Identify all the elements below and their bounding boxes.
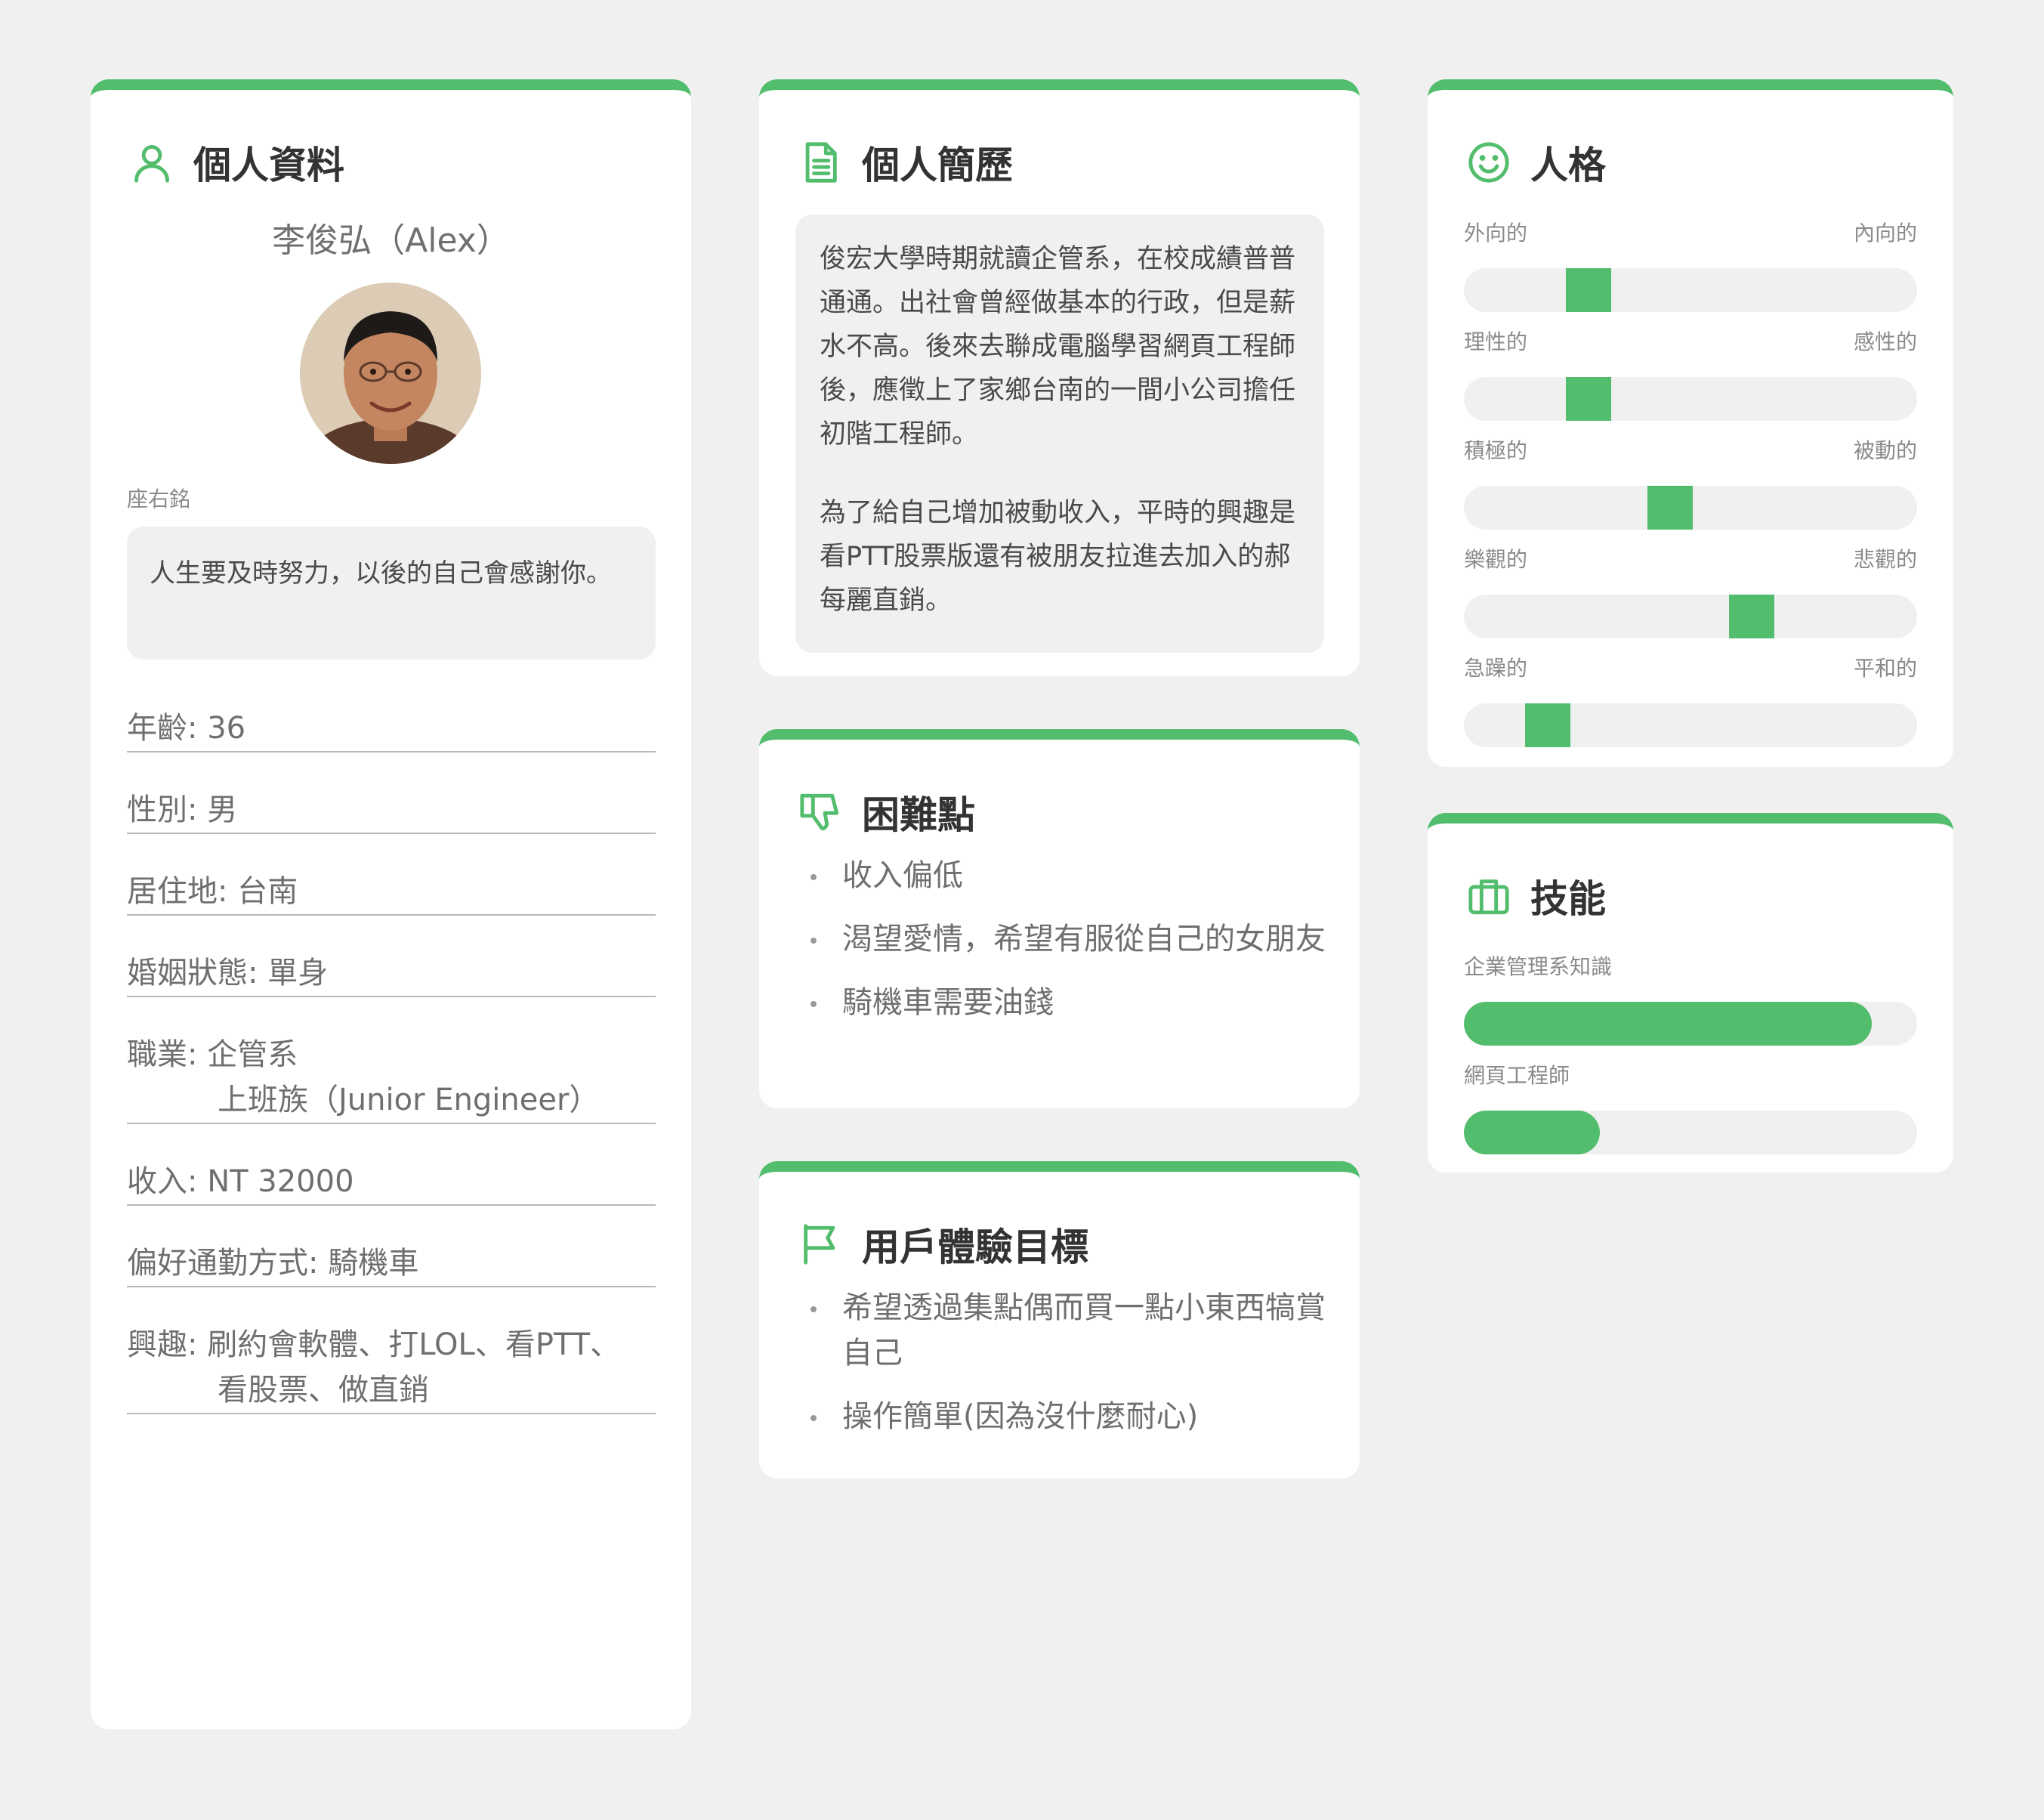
field-label: 興趣: [127,1327,198,1362]
field-value: 企管系 [207,1037,298,1072]
field-value: 36 [207,711,246,746]
profile-card: 個人資料 李俊弘（Alex） 座右銘 人生要及時努力，以後的自己會感謝你。 年齡… [91,79,691,1729]
resume-card-header: 個人簡歷 [798,135,1013,190]
trait-rational-emotional: 理性的 感性的 [1464,326,1917,421]
field-marital-status: 婚姻狀態: 單身 [127,950,656,997]
field-label: 婚姻狀態: [127,956,258,990]
ux-goals-list: 希望透過集點偶而買一點小東西犒賞自己 操作簡單(因為沒什麼耐心) [810,1285,1332,1457]
list-item: 渴望愛情，希望有服從自己的女朋友 [810,916,1332,962]
trait-track [1464,486,1917,530]
profile-card-header: 個人資料 [130,135,344,190]
trait-marker [1566,268,1611,312]
trait-optimistic-pessimistic: 樂觀的 悲觀的 [1464,543,1917,638]
field-value: 男 [207,793,238,827]
pain-points-list: 收入偏低 渴望愛情，希望有服從自己的女朋友 騎機車需要油錢 [810,853,1332,1043]
pain-points-card: 困難點 收入偏低 渴望愛情，希望有服從自己的女朋友 騎機車需要油錢 [759,729,1360,1108]
field-interests: 興趣: 刷約會軟體、打LOL、看PTT、 看股票、做直銷 [127,1322,656,1414]
trait-marker [1729,595,1774,638]
trait-right-label: 悲觀的 [1853,547,1917,572]
skill-fill [1464,1002,1872,1046]
trait-left-label: 外向的 [1464,221,1528,246]
field-label: 年齡: [127,711,198,746]
trait-left-label: 樂觀的 [1464,547,1528,572]
profile-title: 個人資料 [193,144,344,187]
motto-box: 人生要及時努力，以後的自己會感謝你。 [127,527,656,660]
pain-points-card-header: 困難點 [798,785,975,839]
personality-card-header: 人格 [1467,135,1606,190]
field-commute: 偏好通勤方式: 騎機車 [127,1241,656,1287]
trait-right-label: 被動的 [1853,438,1917,463]
field-gender: 性別: 男 [127,787,656,834]
list-item: 操作簡單(因為沒什麼耐心) [810,1394,1332,1439]
pain-points-title: 困難點 [862,793,975,837]
field-label: 性別: [127,793,198,827]
trait-track [1464,377,1917,421]
user-icon [134,145,169,183]
skill-fill [1464,1111,1600,1154]
trait-left-label: 積極的 [1464,438,1528,463]
personality-card: 人格 外向的 內向的 理性的 感性的 積極的 被動的 樂觀的 悲觀的 急躁的 平… [1428,79,1953,767]
field-value-line2: 看股票、做直銷 [218,1373,429,1407]
trait-marker [1647,486,1693,530]
flag-icon [804,1224,835,1265]
trait-extroverted-introverted: 外向的 內向的 [1464,217,1917,312]
field-value: 台南 [237,874,298,909]
trait-left-label: 理性的 [1464,329,1528,354]
field-income: 收入: NT 32000 [127,1159,656,1206]
persona-name: 李俊弘（Alex） [272,221,510,260]
skills-title: 技能 [1530,877,1606,921]
trait-marker [1525,703,1570,747]
field-label: 偏好通勤方式: [127,1246,319,1281]
field-value: 騎機車 [328,1246,419,1281]
trait-right-label: 平和的 [1853,656,1917,681]
ux-goals-title: 用戶體驗目標 [862,1225,1088,1269]
trait-track [1464,703,1917,747]
trait-track [1464,268,1917,312]
trait-active-passive: 積極的 被動的 [1464,434,1917,530]
field-value: 單身 [267,956,329,990]
motto-label: 座右銘 [127,487,191,511]
field-occupation: 職業: 企管系 上班族（Junior Engineer） [127,1032,656,1124]
avatar-portrait [300,283,481,464]
skill-web-engineer: 網頁工程師 [1464,1059,1917,1154]
trait-right-label: 感性的 [1853,329,1917,354]
skills-card: 技能 企業管理系知識 網頁工程師 [1428,813,1953,1173]
field-label: 職業: [127,1037,198,1072]
briefcase-icon [1468,879,1509,915]
skill-track [1464,1002,1917,1046]
resume-title: 個人簡歷 [862,144,1013,187]
list-item: 希望透過集點偶而買一點小東西犒賞自己 [810,1285,1332,1376]
smiley-icon [1468,142,1509,183]
skill-track [1464,1111,1917,1154]
list-item: 騎機車需要油錢 [810,980,1332,1025]
ux-goals-card-header: 用戶體驗目標 [798,1217,1088,1272]
personality-title: 人格 [1530,144,1606,187]
skill-label: 網頁工程師 [1464,1063,1570,1088]
field-label: 居住地: [127,874,228,909]
trait-right-label: 內向的 [1853,221,1917,246]
skills-card-header: 技能 [1467,869,1606,923]
skill-business-management: 企業管理系知識 [1464,950,1917,1046]
motto-text: 人生要及時努力，以後的自己會感謝你。 [150,558,612,589]
field-value: NT 32000 [207,1164,354,1199]
field-label: 收入: [127,1164,198,1199]
resume-paragraph: 為了給自己增加被動收入，平時的興趣是看PTT股票版還有被朋友拉進去加入的郝每麗直… [820,498,1296,616]
thumbs-down-icon [800,793,839,831]
list-item: 收入偏低 [810,853,1332,898]
resume-card: 個人簡歷 俊宏大學時期就讀企管系，在校成績普普通通。出社會曾經做基本的行政，但是… [759,79,1360,676]
field-residence: 居住地: 台南 [127,869,656,916]
trait-left-label: 急躁的 [1464,656,1528,681]
trait-track [1464,595,1917,638]
trait-marker [1566,377,1611,421]
skill-label: 企業管理系知識 [1464,954,1613,979]
field-value: 刷約會軟體、打LOL、看PTT、 [207,1327,621,1362]
resume-box: 俊宏大學時期就讀企管系，在校成績普普通通。出社會曾經做基本的行政，但是薪水不高。… [795,215,1324,653]
field-age: 年齡: 36 [127,706,656,752]
resume-paragraph: 俊宏大學時期就讀企管系，在校成績普普通通。出社會曾經做基本的行政，但是薪水不高。… [820,244,1296,450]
ux-goals-card: 用戶體驗目標 希望透過集點偶而買一點小東西犒賞自己 操作簡單(因為沒什麼耐心) [759,1161,1360,1479]
trait-impatient-calm: 急躁的 平和的 [1464,652,1917,747]
document-icon [805,142,837,183]
avatar [300,283,481,464]
field-value-line2: 上班族（Junior Engineer） [218,1083,600,1117]
